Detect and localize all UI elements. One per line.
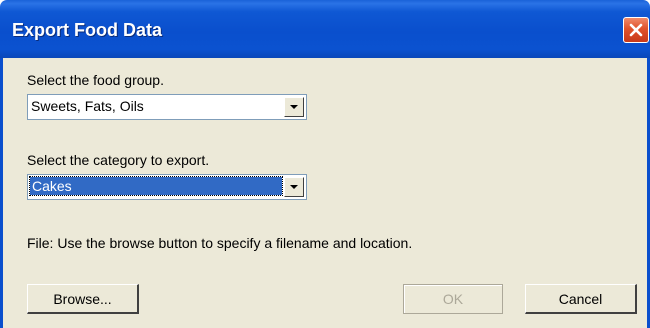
- ok-button[interactable]: OK: [403, 284, 503, 314]
- food-group-select[interactable]: Sweets, Fats, Oils: [27, 94, 307, 120]
- category-value: Cakes: [29, 176, 283, 196]
- file-hint: File: Use the browse button to specify a…: [27, 235, 413, 251]
- chevron-down-icon[interactable]: [284, 97, 304, 117]
- category-select[interactable]: Cakes: [27, 174, 307, 200]
- food-group-label: Select the food group.: [27, 72, 164, 88]
- chevron-down-icon[interactable]: [284, 177, 304, 197]
- category-label: Select the category to export.: [27, 152, 210, 168]
- cancel-button[interactable]: Cancel: [525, 284, 637, 314]
- close-button[interactable]: [623, 17, 649, 43]
- window-title: Export Food Data: [12, 20, 163, 40]
- close-icon: [629, 23, 643, 37]
- browse-button[interactable]: Browse...: [27, 284, 139, 314]
- dialog-body: Select the food group. Sweets, Fats, Oil…: [0, 58, 650, 328]
- title-bar[interactable]: Export Food Data: [0, 0, 650, 58]
- food-group-value: Sweets, Fats, Oils: [31, 98, 144, 114]
